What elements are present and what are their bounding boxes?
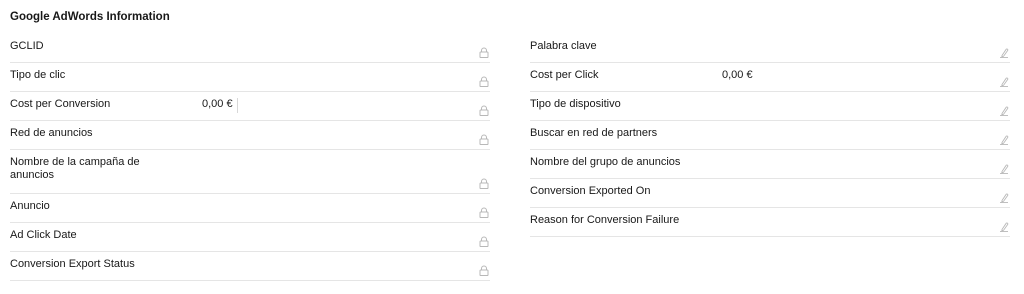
field-value: 0,00 € <box>722 69 753 81</box>
field-label: Conversion Export Status <box>10 258 135 270</box>
field-row-reason-conversion-failure[interactable]: Reason for Conversion Failure <box>530 208 1010 237</box>
edit-icon[interactable] <box>999 134 1009 145</box>
field-row-red-de-anuncios[interactable]: Red de anuncios <box>10 121 490 150</box>
lock-icon <box>479 236 489 247</box>
field-row-cost-per-click[interactable]: Cost per Click 0,00 € <box>530 63 1010 92</box>
edit-icon[interactable] <box>999 192 1009 203</box>
field-label: Tipo de dispositivo <box>530 98 621 110</box>
lock-icon <box>479 207 489 218</box>
lock-icon <box>479 134 489 145</box>
lock-icon <box>479 105 489 116</box>
lock-icon <box>479 178 489 189</box>
right-field-column: Palabra clave Cost per Click 0,00 € Tipo… <box>530 34 1010 237</box>
field-label: Nombre de la campaña de anuncios <box>10 156 140 181</box>
edit-icon[interactable] <box>999 47 1009 58</box>
field-label: Cost per Conversion <box>10 98 111 110</box>
field-row-nombre-grupo-anuncios[interactable]: Nombre del grupo de anuncios <box>530 150 1010 179</box>
left-field-column: GCLID Tipo de clic Cost per Conversion 0… <box>10 34 490 281</box>
field-row-nombre-campana[interactable]: Nombre de la campaña de anuncios <box>10 150 490 194</box>
edit-icon[interactable] <box>999 163 1009 174</box>
field-row-tipo-de-clic[interactable]: Tipo de clic <box>10 63 490 92</box>
edit-icon[interactable] <box>999 221 1009 232</box>
section-title: Google AdWords Information <box>10 11 170 23</box>
field-label: Tipo de clic <box>10 69 66 81</box>
field-row-tipo-de-dispositivo[interactable]: Tipo de dispositivo <box>530 92 1010 121</box>
field-label: Anuncio <box>10 200 50 212</box>
field-value: 0,00 € <box>202 98 238 113</box>
field-row-ad-click-date[interactable]: Ad Click Date <box>10 223 490 252</box>
field-label: Red de anuncios <box>10 127 93 139</box>
edit-icon[interactable] <box>999 105 1009 116</box>
field-row-gclid[interactable]: GCLID <box>10 34 490 63</box>
field-label: Ad Click Date <box>10 229 77 241</box>
field-row-palabra-clave[interactable]: Palabra clave <box>530 34 1010 63</box>
field-row-cost-per-conversion[interactable]: Cost per Conversion 0,00 € <box>10 92 490 121</box>
field-label: Reason for Conversion Failure <box>530 214 680 226</box>
field-label: Cost per Click <box>530 69 599 81</box>
field-label: GCLID <box>10 40 44 52</box>
edit-icon[interactable] <box>999 76 1009 87</box>
field-label: Conversion Exported On <box>530 185 651 197</box>
lock-icon <box>479 265 489 276</box>
field-row-conversion-export-status[interactable]: Conversion Export Status <box>10 252 490 281</box>
field-row-anuncio[interactable]: Anuncio <box>10 194 490 223</box>
field-label: Buscar en red de partners <box>530 127 658 139</box>
lock-icon <box>479 47 489 58</box>
field-row-buscar-red-partners[interactable]: Buscar en red de partners <box>530 121 1010 150</box>
lock-icon <box>479 76 489 87</box>
field-label: Nombre del grupo de anuncios <box>530 156 681 168</box>
field-row-conversion-exported-on[interactable]: Conversion Exported On <box>530 179 1010 208</box>
field-label: Palabra clave <box>530 40 597 52</box>
